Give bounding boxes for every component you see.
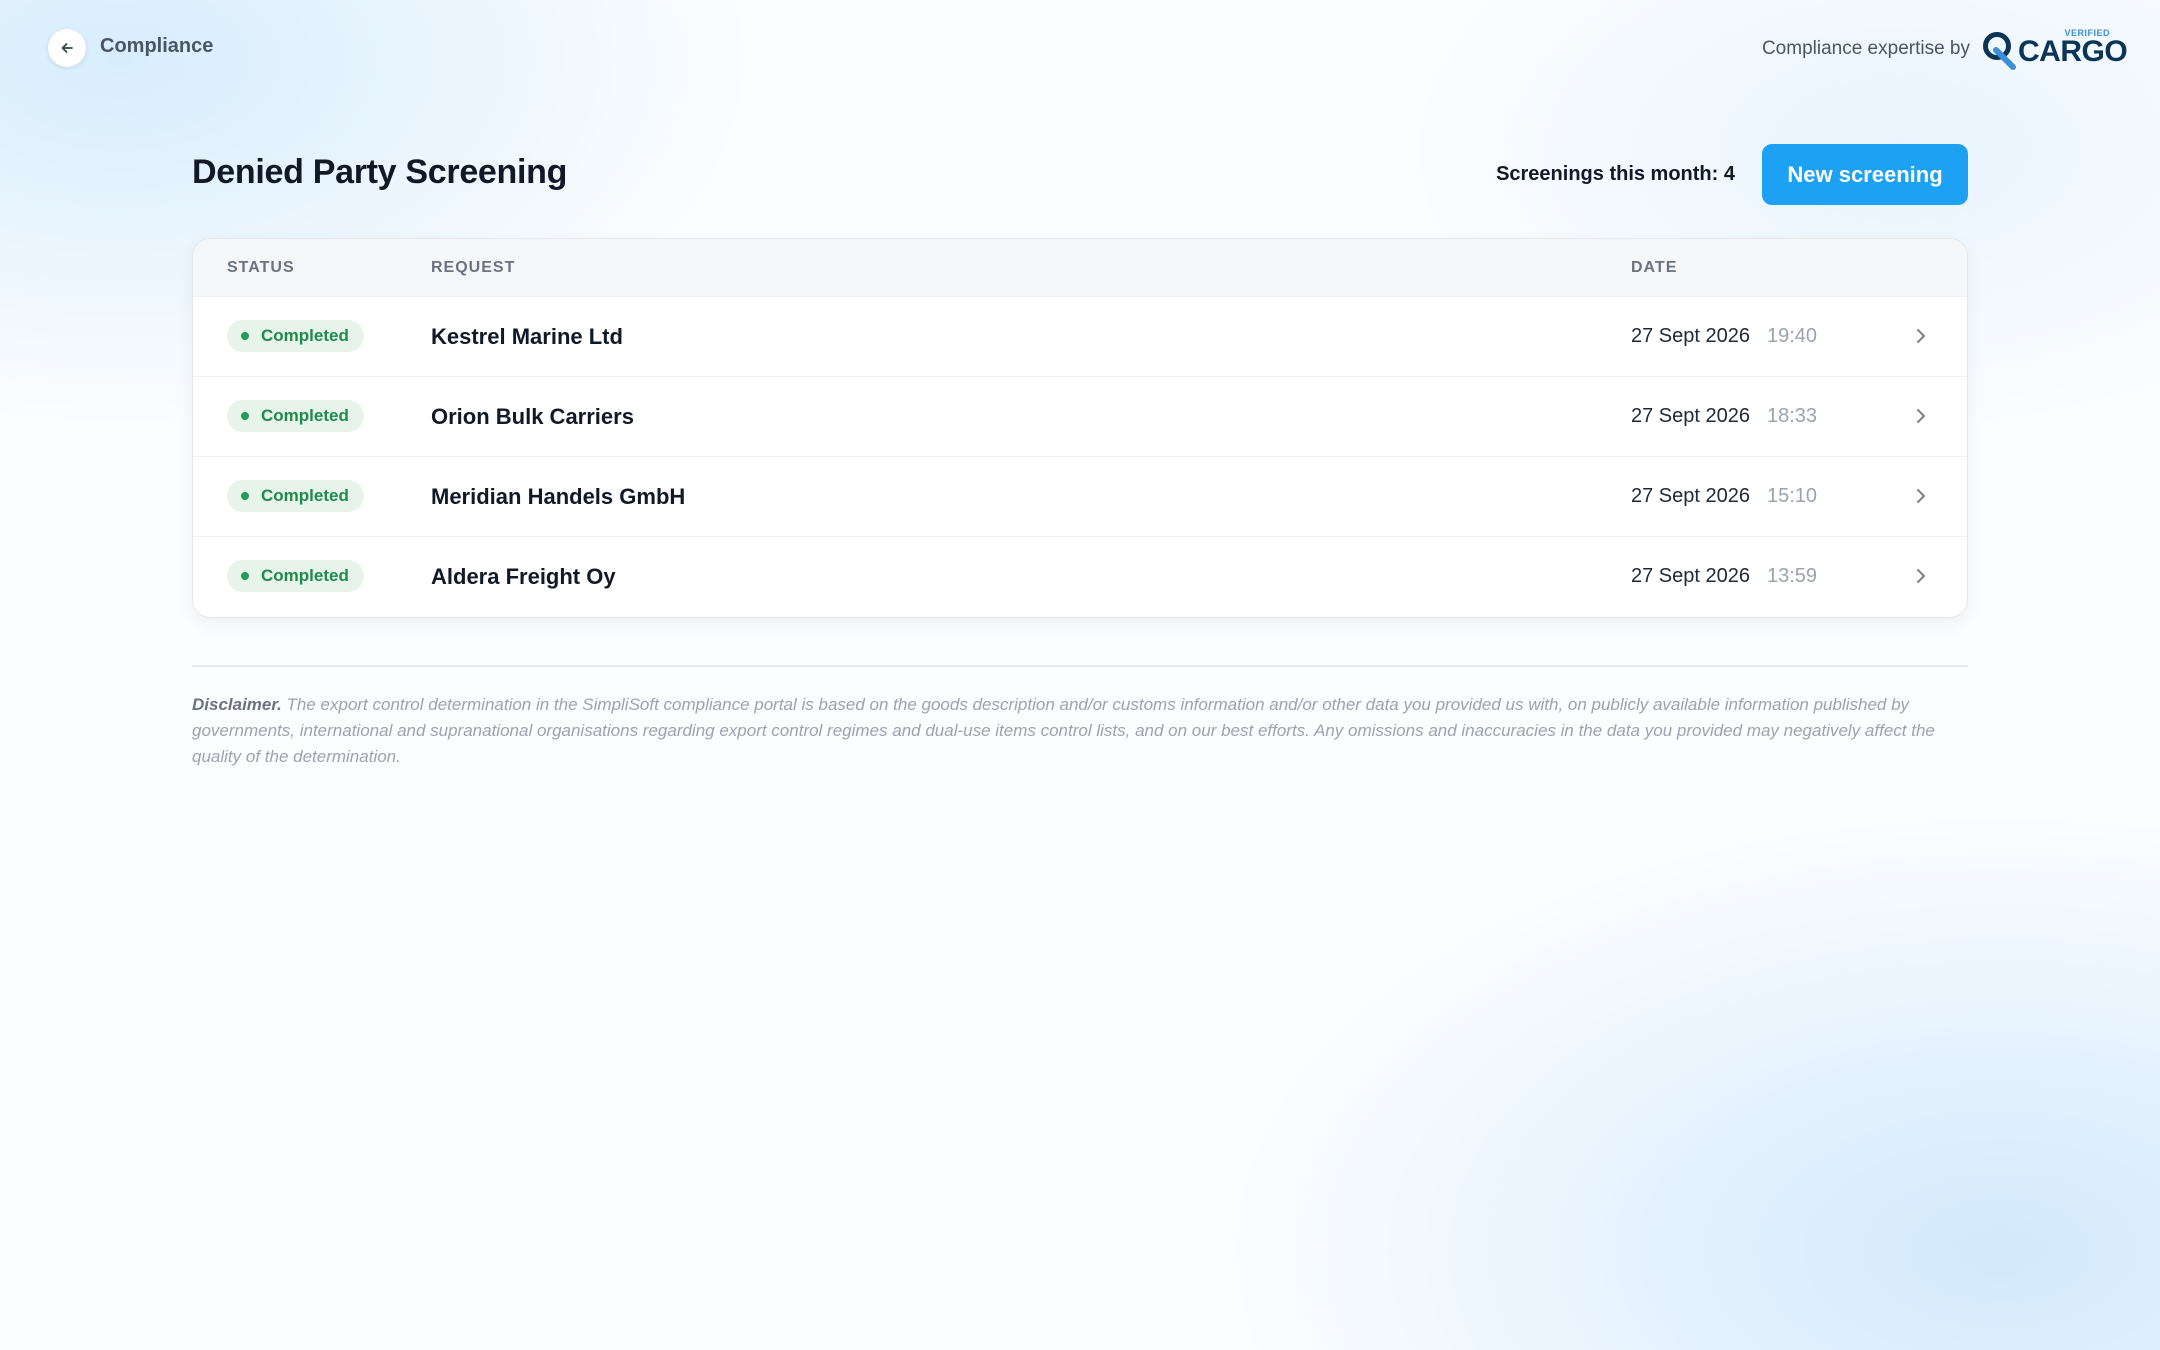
table-row[interactable]: Completed Aldera Freight Oy 27 Sept 2026… xyxy=(193,537,1967,617)
request-name: Kestrel Marine Ltd xyxy=(431,324,623,349)
back-button[interactable] xyxy=(48,29,86,67)
column-header-request: REQUEST xyxy=(431,259,516,276)
chevron-right-icon[interactable] xyxy=(1915,487,1927,505)
table-row[interactable]: Completed Orion Bulk Carriers 27 Sept 20… xyxy=(193,377,1967,457)
status-dot-icon xyxy=(241,492,249,500)
disclaimer: Disclaimer. The export control determina… xyxy=(192,692,1968,770)
brand: Compliance expertise by VERIFIED CARGO xyxy=(1761,26,2128,70)
status-badge: Completed xyxy=(227,560,364,592)
new-screening-button[interactable]: New screening xyxy=(1762,144,1968,205)
arrow-left-icon xyxy=(61,43,73,53)
request-time: 19:40 xyxy=(1767,325,1818,347)
chevron-right-icon[interactable] xyxy=(1915,327,1927,345)
brand-name: CARGO xyxy=(2018,35,2128,68)
page-title: Denied Party Screening xyxy=(192,153,568,191)
status-dot-icon xyxy=(241,572,249,580)
chevron-right-icon[interactable] xyxy=(1915,407,1927,425)
disclaimer-label: Disclaimer. xyxy=(192,695,282,714)
brand-logo: VERIFIED CARGO xyxy=(1982,26,2128,70)
request-time: 15:10 xyxy=(1767,485,1818,507)
table-header: STATUS REQUEST DATE xyxy=(193,239,1967,297)
request-time: 18:33 xyxy=(1767,405,1818,427)
table-row[interactable]: Completed Kestrel Marine Ltd 27 Sept 202… xyxy=(193,297,1967,377)
q-logo-icon xyxy=(1983,32,2016,70)
screenings-table: STATUS REQUEST DATE Completed Kestrel Ma… xyxy=(192,238,1968,618)
brand-prefix: Compliance expertise by xyxy=(1761,38,1970,59)
chevron-right-icon[interactable] xyxy=(1915,567,1927,585)
column-header-status: STATUS xyxy=(227,259,295,276)
column-header-date: DATE xyxy=(1631,259,1678,276)
divider xyxy=(192,665,1968,667)
request-date: 27 Sept 2026 xyxy=(1631,565,1750,587)
status-label: Completed xyxy=(261,566,349,585)
request-time: 13:59 xyxy=(1767,565,1818,587)
request-name: Orion Bulk Carriers xyxy=(431,404,634,429)
status-label: Completed xyxy=(261,486,349,505)
status-label: Completed xyxy=(261,326,349,345)
status-badge: Completed xyxy=(227,480,364,512)
status-dot-icon xyxy=(241,412,249,420)
screenings-counter: Screenings this month: 4 xyxy=(1496,163,1735,185)
table-row[interactable]: Completed Meridian Handels GmbH 27 Sept … xyxy=(193,457,1967,537)
request-date: 27 Sept 2026 xyxy=(1631,325,1750,347)
request-date: 27 Sept 2026 xyxy=(1631,485,1750,507)
status-badge: Completed xyxy=(227,400,364,432)
disclaimer-text: The export control determination in the … xyxy=(192,695,1935,766)
status-dot-icon xyxy=(241,332,249,340)
status-badge: Completed xyxy=(227,320,364,352)
breadcrumb[interactable]: Compliance xyxy=(100,35,213,58)
status-label: Completed xyxy=(261,406,349,425)
top-bar: Compliance Compliance expertise by VERIF… xyxy=(0,0,2160,95)
request-date: 27 Sept 2026 xyxy=(1631,405,1750,427)
request-name: Meridian Handels GmbH xyxy=(431,484,686,509)
request-name: Aldera Freight Oy xyxy=(431,564,616,589)
